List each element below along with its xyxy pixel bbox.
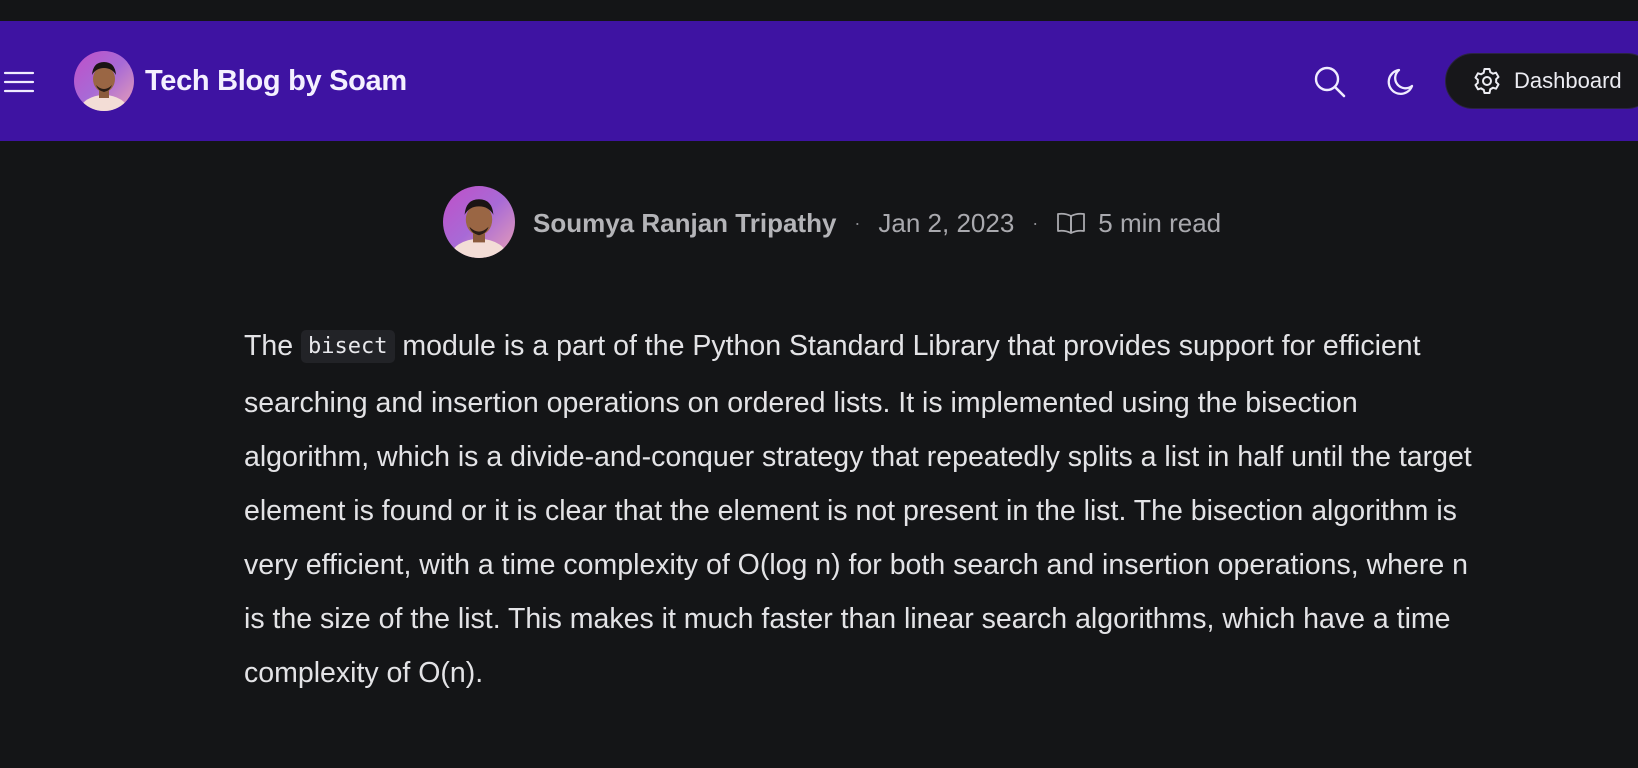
author-name-link[interactable]: Soumya Ranjan Tripathy	[533, 208, 836, 239]
author-photo	[450, 199, 508, 258]
publish-date: Jan 2, 2023	[878, 207, 1015, 238]
meta-separator: ·	[854, 212, 861, 233]
gear-icon	[1474, 68, 1500, 94]
blog-title-link[interactable]: Tech Blog by Soam	[145, 63, 407, 99]
browser-top-strip	[0, 0, 1638, 21]
menu-button[interactable]	[2, 67, 36, 97]
site-header: Tech Blog by Soam Dashboard	[0, 21, 1638, 141]
meta-separator: ·	[1032, 212, 1039, 233]
inline-code: bisect	[301, 330, 395, 363]
dashboard-label: Dashboard	[1514, 68, 1622, 93]
search-icon	[1314, 66, 1346, 98]
theme-toggle-button[interactable]	[1380, 60, 1424, 104]
search-button[interactable]	[1308, 60, 1352, 104]
book-icon	[1056, 211, 1086, 235]
article-text-start: The	[244, 330, 302, 362]
moon-icon	[1387, 68, 1414, 96]
menu-icon	[3, 71, 35, 93]
profile-photo	[80, 62, 128, 111]
article-paragraph: The bisect module is a part of the Pytho…	[244, 319, 1474, 700]
dashboard-button[interactable]: Dashboard	[1445, 53, 1638, 109]
article-text-rest: module is a part of the Python Standard …	[244, 330, 1472, 689]
blog-avatar[interactable]	[74, 51, 134, 111]
author-avatar[interactable]	[443, 186, 515, 258]
read-time: 5 min read	[1098, 207, 1222, 238]
post-meta: Soumya Ranjan Tripathy · Jan 2, 2023 · 5…	[533, 205, 1221, 241]
